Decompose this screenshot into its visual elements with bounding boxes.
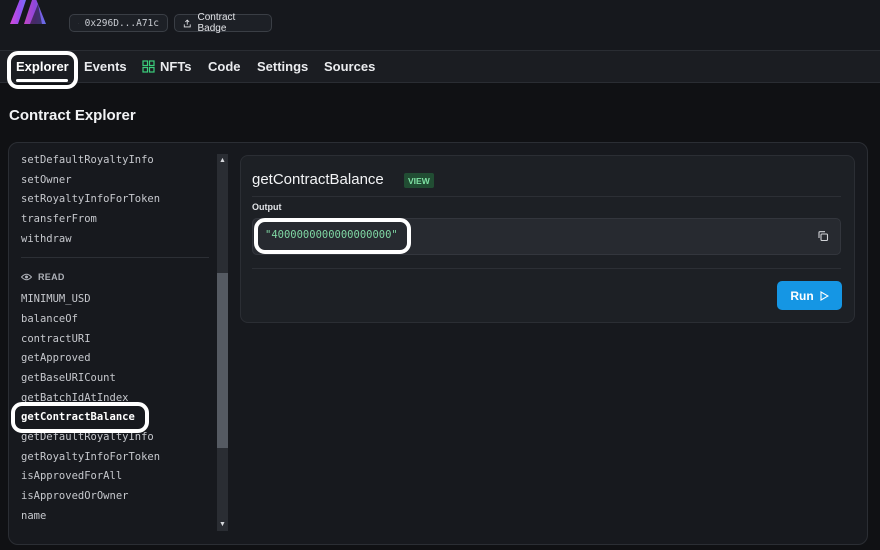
function-item[interactable]: transferFrom <box>21 213 97 225</box>
function-item[interactable]: MINIMUM_USD <box>21 293 91 305</box>
copy-output-icon[interactable] <box>817 230 829 242</box>
function-item[interactable]: withdraw <box>21 233 72 245</box>
function-item[interactable]: getApproved <box>21 352 91 364</box>
share-icon <box>183 19 191 27</box>
function-item[interactable]: name <box>21 510 46 522</box>
output-label: Output <box>252 202 282 212</box>
top-bar: 0x296D...A71c Contract Badge <box>0 0 880 51</box>
read-section-header: READ <box>21 272 65 282</box>
function-item[interactable]: isApprovedForAll <box>21 470 122 482</box>
view-badge: VIEW <box>404 173 434 188</box>
function-item[interactable]: setDefaultRoyaltyInfo <box>21 154 154 166</box>
card-divider <box>252 268 841 269</box>
page-title: Contract Explorer <box>9 107 136 124</box>
active-tab-indicator <box>16 79 68 82</box>
run-button-label: Run <box>790 288 814 303</box>
tab-code-label: Code <box>208 59 241 74</box>
function-item[interactable]: setRoyaltyInfoForToken <box>21 193 160 205</box>
scroll-down-icon[interactable]: ▼ <box>217 519 228 530</box>
contract-badge-button[interactable]: Contract Badge <box>174 12 272 34</box>
tab-nfts[interactable]: NFTs <box>142 59 192 74</box>
grid-icon <box>142 60 155 73</box>
tab-explorer-label: Explorer <box>16 59 69 74</box>
function-item[interactable]: getBatchIdAtIndex <box>21 392 128 404</box>
eye-icon <box>21 273 32 281</box>
function-item[interactable]: balanceOf <box>21 313 78 325</box>
function-list[interactable]: setDefaultRoyaltyInfo setOwner setRoyalt… <box>21 151 211 535</box>
output-value: "4000000000000000000" <box>265 229 398 241</box>
tab-sources-label: Sources <box>324 59 376 74</box>
read-section-label: READ <box>38 272 65 282</box>
function-item[interactable]: getBaseURICount <box>21 372 116 384</box>
tab-settings-label: Settings <box>257 59 309 74</box>
tab-events-label: Events <box>84 59 127 74</box>
tab-explorer[interactable]: Explorer <box>16 59 69 74</box>
contract-address: 0x296D...A71c <box>84 17 159 29</box>
run-button[interactable]: Run <box>777 281 842 310</box>
card-divider <box>252 196 841 197</box>
function-item[interactable]: isApprovedOrOwner <box>21 490 128 502</box>
logo <box>8 0 56 28</box>
function-item[interactable]: getDefaultRoyaltyInfo <box>21 431 154 443</box>
scrollbar-thumb[interactable] <box>217 273 228 448</box>
tab-events[interactable]: Events <box>84 59 127 74</box>
tab-code[interactable]: Code <box>208 59 241 74</box>
tab-bar <box>0 51 880 83</box>
scroll-up-icon[interactable]: ▲ <box>217 155 228 166</box>
contract-address-chip[interactable]: 0x296D...A71c <box>69 14 168 32</box>
tab-nfts-label: NFTs <box>160 59 192 74</box>
list-divider <box>21 257 209 258</box>
function-item[interactable]: setOwner <box>21 174 72 186</box>
tab-settings[interactable]: Settings <box>257 59 308 74</box>
function-title: getContractBalance <box>252 171 384 188</box>
function-item[interactable]: getRoyaltyInfoForToken <box>21 451 160 463</box>
function-item-selected[interactable]: getContractBalance <box>21 411 135 423</box>
function-item[interactable]: contractURI <box>21 333 91 345</box>
tab-sources[interactable]: Sources <box>324 59 375 74</box>
copy-icon <box>78 22 79 24</box>
contract-badge-label: Contract Badge <box>197 12 236 34</box>
play-icon <box>820 290 829 301</box>
